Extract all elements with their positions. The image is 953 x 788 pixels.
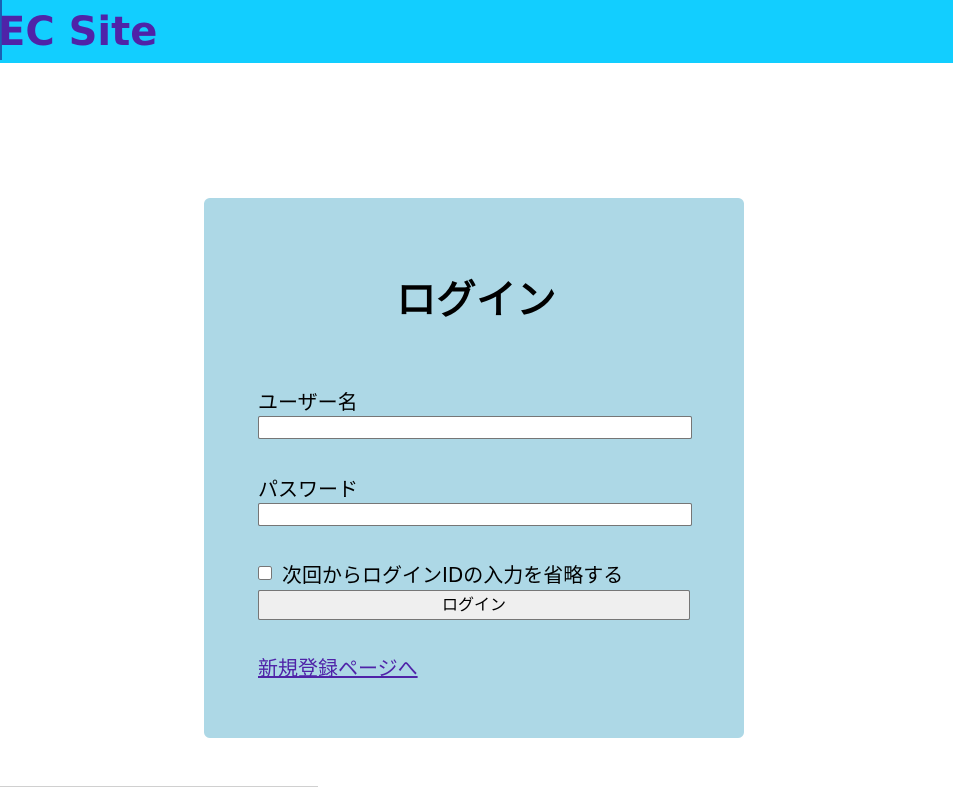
password-label: パスワード xyxy=(258,477,358,501)
login-button[interactable]: ログイン xyxy=(258,590,690,620)
register-link[interactable]: 新規登録ページへ xyxy=(258,655,418,681)
remember-checkbox[interactable] xyxy=(258,566,272,580)
username-label: ユーザー名 xyxy=(258,390,358,414)
remember-label[interactable]: 次回からログインIDの入力を省略する xyxy=(282,562,623,588)
username-input[interactable] xyxy=(258,416,692,439)
password-input[interactable] xyxy=(258,503,692,526)
page-title: ログイン xyxy=(396,277,557,323)
site-header: EC Site xyxy=(0,0,953,63)
site-title[interactable]: EC Site xyxy=(0,6,157,58)
divider xyxy=(0,786,318,787)
